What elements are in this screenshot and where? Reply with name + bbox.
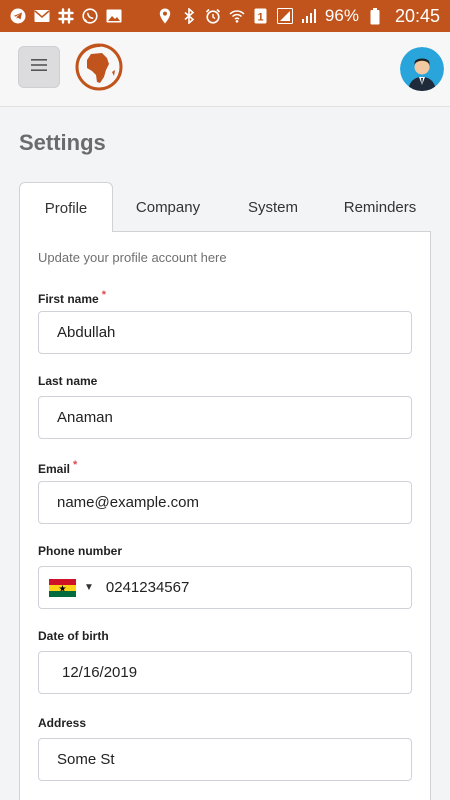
location-icon — [157, 8, 173, 24]
dob-value: 12/16/2019 — [62, 664, 138, 681]
notification-icons — [10, 8, 122, 24]
chevron-down-icon[interactable]: ▼ — [84, 582, 94, 593]
signal-icon — [276, 8, 293, 24]
form-subtitle: Update your profile account here — [38, 250, 227, 265]
system-icons: 1 96% 20:45 — [157, 6, 440, 27]
image-icon — [106, 8, 122, 24]
bluetooth-icon — [181, 8, 197, 24]
sim-1-icon: 1 — [253, 8, 269, 24]
last-name-label: Last name — [38, 374, 98, 388]
phone-value: 0241234567 — [105, 579, 190, 596]
alarm-icon — [205, 8, 221, 24]
signal-bars-icon — [301, 8, 317, 24]
battery-icon — [367, 7, 383, 24]
user-avatar-icon[interactable] — [400, 47, 444, 91]
globe-africa-logo-icon[interactable] — [74, 42, 124, 92]
first-name-label: First name * — [38, 289, 106, 306]
svg-text:1: 1 — [258, 12, 264, 24]
required-marker: * — [101, 289, 106, 301]
dob-label: Date of birth — [38, 629, 109, 643]
card-top-border — [112, 231, 431, 232]
hamburger-menu-icon — [31, 58, 47, 76]
first-name-field[interactable]: Abdullah — [38, 311, 412, 354]
email-field[interactable]: name@example.com — [38, 481, 412, 524]
last-name-field[interactable]: Anaman — [38, 396, 412, 439]
phone-field[interactable]: ▼ 0241234567 — [38, 566, 412, 609]
email-label: Email * — [38, 459, 78, 476]
email-value: name@example.com — [57, 494, 199, 511]
page-title: Settings — [19, 130, 106, 155]
mail-icon — [34, 8, 50, 24]
battery-percent: 96% — [324, 6, 359, 25]
tab-profile[interactable]: Profile — [19, 182, 113, 233]
phone-label: Phone number — [38, 544, 123, 558]
settings-tabs: Profile Company System Reminders — [19, 182, 450, 233]
ghana-flag-icon[interactable] — [49, 578, 76, 597]
menu-button[interactable] — [18, 46, 60, 88]
tab-reminders[interactable]: Reminders — [337, 182, 423, 232]
whatsapp-icon — [82, 8, 98, 24]
dob-field[interactable]: 12/16/2019 — [38, 651, 412, 694]
clock: 20:45 — [394, 5, 440, 26]
required-marker: * — [73, 459, 78, 471]
address-value: Some St — [57, 751, 115, 768]
address-field[interactable]: Some St — [38, 738, 412, 781]
address-label: Address — [38, 716, 87, 730]
tab-system[interactable]: System — [233, 182, 313, 232]
slack-icon — [58, 8, 74, 24]
telegram-icon — [10, 8, 26, 24]
tab-company[interactable]: Company — [125, 182, 211, 232]
first-name-value: Abdullah — [57, 324, 116, 341]
wifi-icon — [229, 8, 245, 24]
last-name-value: Anaman — [57, 409, 113, 426]
app-header — [0, 32, 450, 107]
status-bar: 1 96% 20:45 — [0, 0, 450, 32]
